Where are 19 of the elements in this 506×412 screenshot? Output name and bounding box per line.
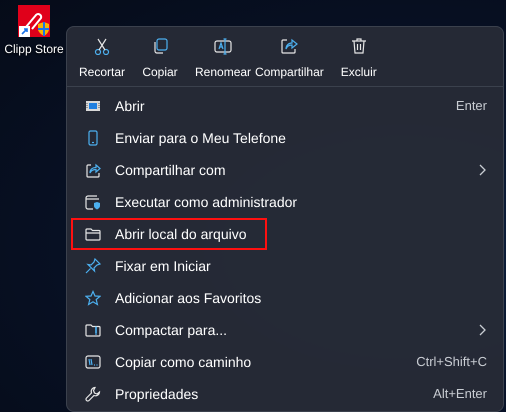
toolbar-button[interactable]: Copiar (135, 35, 186, 86)
menu-item[interactable]: Fixar em Iniciar (71, 250, 499, 282)
menu-item[interactable]: Executar como administrador (71, 186, 499, 218)
shortcut-label: Enter (456, 97, 487, 116)
menu-item[interactable]: Abrir Enter (71, 90, 499, 122)
menu-item[interactable]: Propriedades Alt+Enter (71, 378, 499, 410)
menu-item[interactable]: Enviar para o Meu Telefone (71, 122, 499, 154)
menu-item[interactable]: Adicionar aos Favoritos (71, 282, 499, 314)
menu-item[interactable]: Compartilhar com (71, 154, 499, 186)
toolbar-button[interactable]: Renomear (193, 35, 254, 86)
shortcut-label: Alt+Enter (433, 385, 487, 404)
toolbar-button[interactable]: Recortar (77, 35, 128, 86)
toolbar-button[interactable]: Compartilhar (253, 35, 326, 86)
menu-item[interactable]: Abrir local do arquivo (71, 218, 267, 250)
menu-item[interactable]: Copiar como caminho Ctrl+Shift+C (71, 346, 499, 378)
app-icon-label: Clipp Store (4, 41, 64, 58)
shortcut-label: Ctrl+Shift+C (416, 353, 487, 372)
toolbar-button[interactable]: Excluir (334, 35, 384, 86)
menu-item[interactable]: Compactar para... (71, 314, 499, 346)
